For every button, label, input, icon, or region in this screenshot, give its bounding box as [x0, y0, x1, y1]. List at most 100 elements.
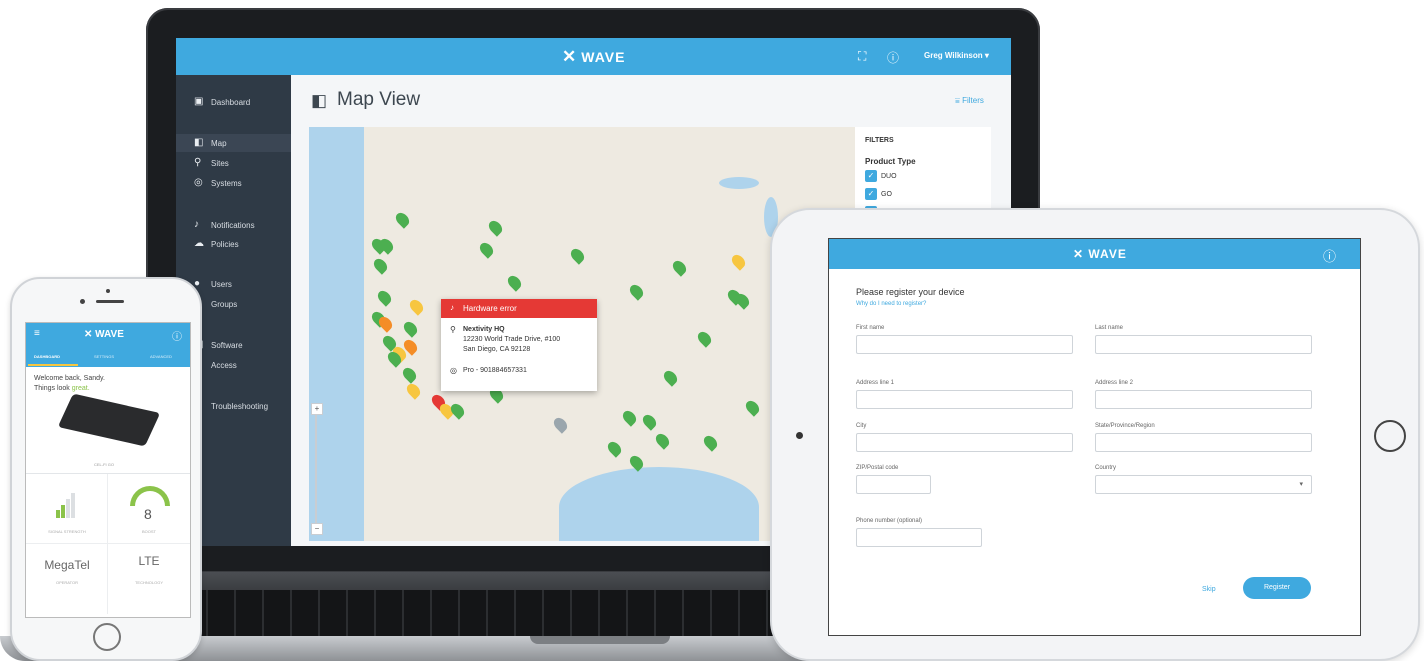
- checkbox-duo[interactable]: ✓: [865, 170, 877, 182]
- site-marker[interactable]: [393, 210, 412, 229]
- site-marker[interactable]: [620, 408, 639, 427]
- phone-tabs: DASHBOARD SETTINGS ADVANCED: [26, 347, 190, 367]
- user-menu[interactable]: Greg Wilkinson ▾: [924, 51, 989, 60]
- why-register-link[interactable]: Why do I need to register?: [856, 301, 926, 307]
- city-field[interactable]: [856, 433, 1073, 452]
- signal-tile[interactable]: SIGNAL STRENGTH: [26, 474, 108, 544]
- country-label: Country: [1095, 465, 1117, 471]
- hamburger-menu-icon[interactable]: ≡: [34, 328, 40, 339]
- site-marker-offline[interactable]: [551, 415, 570, 434]
- sidebar-item-policies[interactable]: ☁ Policies: [176, 235, 291, 253]
- app-logo: ✕ WAVE: [1073, 247, 1127, 261]
- site-marker[interactable]: [701, 433, 720, 452]
- phone-app-header: ≡ ✕ WAVE ⓘ: [26, 323, 190, 347]
- app-logo[interactable]: ✕ WAVE: [562, 47, 625, 67]
- site-marker[interactable]: [743, 398, 762, 417]
- operator-tile[interactable]: MegaTel OPERATOR: [26, 544, 108, 614]
- wave-logo-icon: ✕: [1073, 247, 1089, 261]
- site-marker[interactable]: [605, 439, 624, 458]
- filter-panel-title: FILTERS: [865, 137, 894, 144]
- popup-address-line1: 12230 World Trade Drive, #100: [463, 336, 561, 343]
- signal-caption: SIGNAL STRENGTH: [48, 529, 86, 534]
- site-marker[interactable]: [661, 368, 680, 387]
- zoom-in-button[interactable]: +: [311, 403, 323, 415]
- device-label: CEL-FI GO: [94, 462, 115, 467]
- status-grid: SIGNAL STRENGTH 8 BOOST MegaTel OPERATOR…: [26, 473, 190, 617]
- checkbox-go[interactable]: ✓: [865, 188, 877, 200]
- site-marker[interactable]: [653, 431, 672, 450]
- sidebar-item-systems[interactable]: ◎ Systems: [176, 174, 291, 192]
- help-icon[interactable]: ⓘ: [1323, 246, 1336, 265]
- tab-settings[interactable]: SETTINGS: [94, 354, 114, 359]
- site-marker[interactable]: [404, 381, 423, 400]
- site-marker[interactable]: [407, 297, 426, 316]
- site-marker[interactable]: [401, 319, 420, 338]
- popup-device[interactable]: Pro - 901884657331: [463, 366, 527, 376]
- site-marker[interactable]: [568, 246, 587, 265]
- boost-tile[interactable]: 8 BOOST: [108, 474, 190, 544]
- phone-camera: [80, 299, 85, 304]
- address1-field[interactable]: [856, 390, 1073, 409]
- state-field[interactable]: [1095, 433, 1312, 452]
- tablet-device: ✕ WAVE ⓘ Please register your device Why…: [770, 208, 1420, 661]
- tab-advanced[interactable]: ADVANCED: [150, 354, 172, 359]
- sidebar-item-sites[interactable]: ⚲ Sites: [176, 154, 291, 172]
- sidebar-item-notifications[interactable]: ♪ Notifications: [176, 216, 291, 234]
- site-marker[interactable]: [627, 282, 646, 301]
- wave-logo-icon: ✕: [562, 47, 578, 66]
- site-marker[interactable]: [486, 218, 505, 237]
- site-marker[interactable]: [477, 240, 496, 259]
- sidebar-item-map[interactable]: ◧ Map: [176, 134, 291, 152]
- fullscreen-icon[interactable]: ⛶: [858, 49, 866, 64]
- map-lake: [719, 177, 759, 189]
- technology-caption: TECHNOLOGY: [134, 580, 163, 585]
- help-icon[interactable]: ⓘ: [887, 49, 899, 66]
- technology-tile[interactable]: LTE TECHNOLOGY: [108, 544, 190, 614]
- form-title: Please register your device: [856, 287, 965, 297]
- zoom-out-button[interactable]: −: [311, 523, 323, 535]
- site-marker[interactable]: [371, 256, 390, 275]
- address1-label: Address line 1: [856, 380, 895, 386]
- popup-site[interactable]: Nextivity HQ: [463, 325, 505, 335]
- location-pin-icon: ⚲: [194, 157, 202, 168]
- skip-button[interactable]: Skip: [1202, 586, 1216, 593]
- map-icon: ◧: [194, 137, 204, 148]
- popup-header: ♪ Hardware error: [441, 299, 597, 318]
- register-button[interactable]: Register: [1243, 577, 1311, 599]
- sidebar-item-dashboard[interactable]: ▣ Dashboard: [176, 93, 291, 111]
- site-marker[interactable]: [400, 365, 419, 384]
- country-select[interactable]: ▾: [1095, 475, 1312, 494]
- tab-dashboard[interactable]: DASHBOARD: [34, 354, 60, 359]
- site-marker[interactable]: [640, 412, 659, 431]
- site-marker[interactable]: [375, 288, 394, 307]
- phone-speaker: [96, 300, 124, 303]
- laptop-notch: [530, 636, 670, 644]
- last-name-field[interactable]: [1095, 335, 1312, 354]
- first-name-field[interactable]: [856, 335, 1073, 354]
- dashboard-icon: ▣: [194, 96, 204, 107]
- zip-field[interactable]: [856, 475, 931, 494]
- device-icon: ◎: [450, 366, 457, 375]
- site-marker[interactable]: [695, 329, 714, 348]
- marketing-composition: ✕ WAVE ⛶ ⓘ Greg Wilkinson ▾ ▣ Dashboard ◧ M…: [0, 0, 1424, 661]
- phone-home-button: [93, 623, 121, 651]
- site-marker[interactable]: [729, 252, 748, 271]
- last-name-label: Last name: [1095, 325, 1124, 331]
- systems-icon: ◎: [194, 177, 203, 188]
- zoom-slider[interactable]: + −: [311, 403, 327, 535]
- site-marker[interactable]: [505, 273, 524, 292]
- operator-caption: OPERATOR: [55, 580, 79, 585]
- filter-section-title: Product Type: [865, 157, 916, 166]
- chevron-down-icon: ▾: [1299, 481, 1303, 488]
- map-gulf: [559, 467, 759, 541]
- site-marker[interactable]: [670, 258, 689, 277]
- phone-label: Phone number (optional): [856, 518, 923, 524]
- filters-link[interactable]: ⩸ Filters: [955, 96, 984, 106]
- phone-field[interactable]: [856, 528, 982, 547]
- site-marker[interactable]: [448, 401, 467, 420]
- tablet-app-header: ✕ WAVE ⓘ: [829, 239, 1360, 269]
- address2-field[interactable]: [1095, 390, 1312, 409]
- phone-device: ≡ ✕ WAVE ⓘ DASHBOARD SETTINGS ADVANCED W…: [10, 277, 202, 661]
- help-icon[interactable]: ⓘ: [172, 328, 182, 343]
- location-pin-icon: ⚲: [450, 325, 456, 334]
